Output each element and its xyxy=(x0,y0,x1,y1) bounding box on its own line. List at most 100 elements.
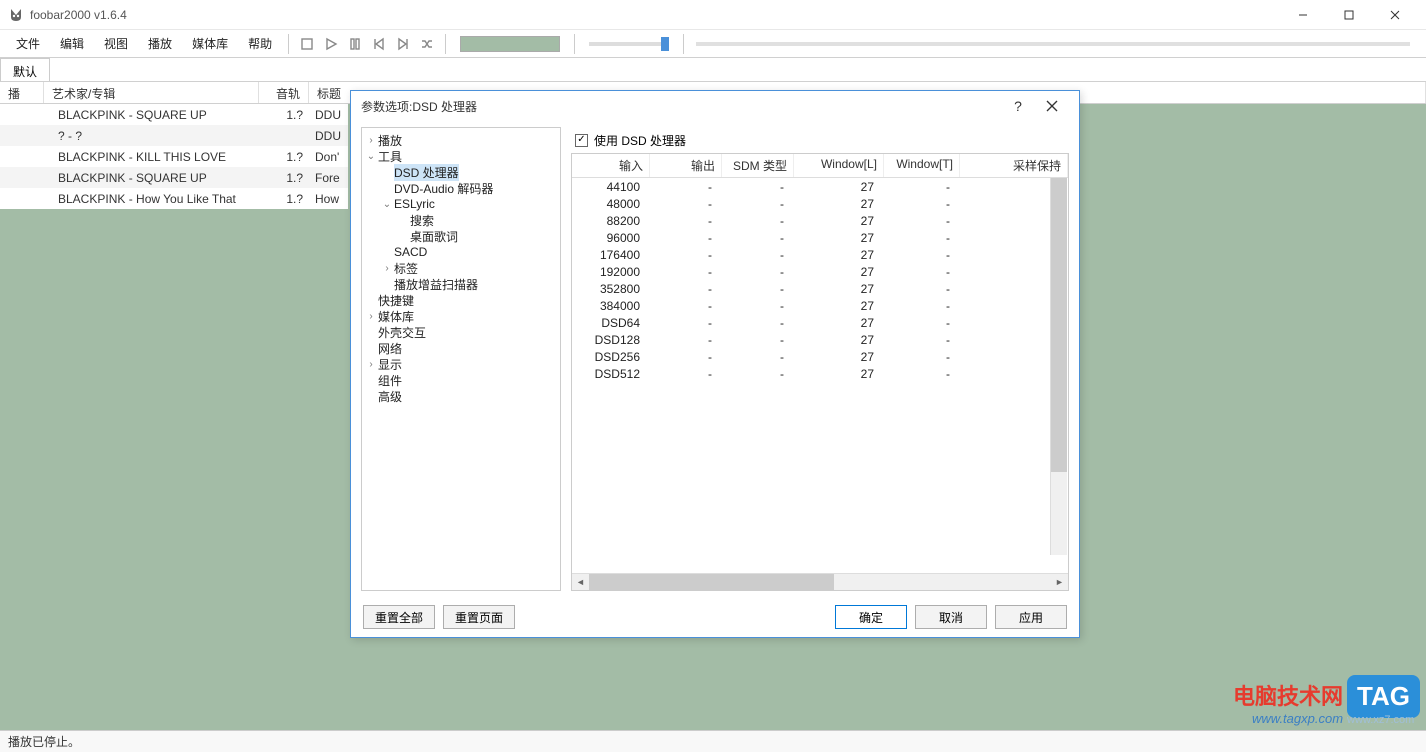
tree-label: 桌面歌词 xyxy=(410,228,458,245)
playlist-row[interactable]: BLACKPINK - SQUARE UP1.?Fore xyxy=(0,167,348,188)
close-button[interactable] xyxy=(1372,0,1418,30)
grid-row[interactable]: 352800--27-- xyxy=(572,280,1068,297)
grid-header[interactable]: Window[T] xyxy=(884,154,960,177)
grid-row[interactable]: 96000--27-- xyxy=(572,229,1068,246)
tree-node[interactable]: ›显示 xyxy=(364,356,558,372)
stop-button[interactable] xyxy=(297,34,317,54)
cell-artist: BLACKPINK - SQUARE UP xyxy=(44,108,259,122)
grid-header[interactable]: Window[L] xyxy=(794,154,884,177)
grid-row[interactable]: DSD512--27-- xyxy=(572,365,1068,382)
tree-node[interactable]: 组件 xyxy=(364,372,558,388)
playlist-tab[interactable]: 默认 xyxy=(0,58,50,81)
grid-cell: 192000 xyxy=(572,265,650,279)
random-button[interactable] xyxy=(417,34,437,54)
grid-header[interactable]: SDM 类型 xyxy=(722,154,794,177)
tree-node[interactable]: DSD 处理器 xyxy=(364,164,558,180)
col-artist[interactable]: 艺术家/专辑 xyxy=(44,82,259,103)
grid-cell: - xyxy=(650,197,722,211)
grid-header[interactable]: 输出 xyxy=(650,154,722,177)
grid-cell: 27 xyxy=(794,197,884,211)
grid-cell: - xyxy=(722,231,794,245)
grid-row[interactable]: DSD128--27-- xyxy=(572,331,1068,348)
play-button[interactable] xyxy=(321,34,341,54)
reset-page-button[interactable]: 重置页面 xyxy=(443,605,515,629)
tree-node[interactable]: ⌄工具 xyxy=(364,148,558,164)
tree-node[interactable]: DVD-Audio 解码器 xyxy=(364,180,558,196)
watermark-xz: www.xz7.com xyxy=(1347,714,1420,726)
tree-label: 组件 xyxy=(378,372,402,389)
playlist-row[interactable]: BLACKPINK - SQUARE UP1.?DDU xyxy=(0,104,348,125)
hscroll-left[interactable]: ◄ xyxy=(572,574,589,591)
grid-row[interactable]: 48000--27-- xyxy=(572,195,1068,212)
grid-header[interactable]: 输入 xyxy=(572,154,650,177)
maximize-button[interactable] xyxy=(1326,0,1372,30)
playlist-row[interactable]: BLACKPINK - How You Like That1.?How xyxy=(0,188,348,209)
grid-cell: 27 xyxy=(794,316,884,330)
volume-slider[interactable] xyxy=(589,42,669,46)
tree-node[interactable]: SACD xyxy=(364,244,558,260)
cell-artist: BLACKPINK - SQUARE UP xyxy=(44,171,259,185)
toolbar-separator xyxy=(683,34,684,54)
tree-node[interactable]: ›媒体库 xyxy=(364,308,558,324)
apply-button[interactable]: 应用 xyxy=(995,605,1067,629)
pause-button[interactable] xyxy=(345,34,365,54)
grid-row[interactable]: 384000--27-- xyxy=(572,297,1068,314)
use-dsd-checkbox[interactable]: ✓ xyxy=(575,134,588,147)
progress-bar[interactable] xyxy=(460,36,560,52)
next-button[interactable] xyxy=(393,34,413,54)
tree-node[interactable]: 高级 xyxy=(364,388,558,404)
tree-node[interactable]: ›标签 xyxy=(364,260,558,276)
tree-node[interactable]: 网络 xyxy=(364,340,558,356)
cancel-button[interactable]: 取消 xyxy=(915,605,987,629)
hscroll-thumb[interactable] xyxy=(589,574,834,591)
dialog-help-button[interactable]: ? xyxy=(1001,93,1035,119)
grid-cell: - xyxy=(722,316,794,330)
cell-track: 1.? xyxy=(259,171,309,185)
minimize-button[interactable] xyxy=(1280,0,1326,30)
cell-artist: BLACKPINK - How You Like That xyxy=(44,192,259,206)
grid-row[interactable]: 88200--27-- xyxy=(572,212,1068,229)
grid-cell: - xyxy=(884,299,960,313)
menu-view[interactable]: 视图 xyxy=(94,31,138,56)
menu-library[interactable]: 媒体库 xyxy=(182,31,238,56)
menu-play[interactable]: 播放 xyxy=(138,31,182,56)
menu-edit[interactable]: 编辑 xyxy=(50,31,94,56)
grid-row[interactable]: 192000--27-- xyxy=(572,263,1068,280)
hscroll-right[interactable]: ► xyxy=(1051,574,1068,591)
seek-bar[interactable] xyxy=(696,42,1410,46)
tree-label: 外壳交互 xyxy=(378,324,426,341)
grid-row[interactable]: DSD64--27-- xyxy=(572,314,1068,331)
tree-node[interactable]: 快捷键 xyxy=(364,292,558,308)
grid-row[interactable]: 44100--27-- xyxy=(572,178,1068,195)
tree-node[interactable]: 播放增益扫描器 xyxy=(364,276,558,292)
vscroll-thumb[interactable] xyxy=(1051,178,1067,472)
tree-node[interactable]: 搜索 xyxy=(364,212,558,228)
grid-hscroll[interactable]: ◄ ► xyxy=(572,573,1068,590)
playlist-row[interactable]: ? - ?DDU xyxy=(0,125,348,146)
tree-node[interactable]: ⌄ESLyric xyxy=(364,196,558,212)
grid-row[interactable]: 176400--27-- xyxy=(572,246,1068,263)
volume-thumb[interactable] xyxy=(661,37,669,51)
tree-label: 显示 xyxy=(378,356,402,373)
ok-button[interactable]: 确定 xyxy=(835,605,907,629)
menu-help[interactable]: 帮助 xyxy=(238,31,282,56)
tree-node[interactable]: 外壳交互 xyxy=(364,324,558,340)
grid-cell: - xyxy=(884,180,960,194)
grid-cell: - xyxy=(650,350,722,364)
col-track[interactable]: 音轨号 xyxy=(259,82,309,103)
grid-row[interactable]: DSD256--27-- xyxy=(572,348,1068,365)
menu-file[interactable]: 文件 xyxy=(6,31,50,56)
watermark-url: www.tagxp.com xyxy=(1233,711,1343,726)
grid-vscroll[interactable] xyxy=(1050,178,1067,555)
col-order[interactable]: 播放… xyxy=(0,82,44,103)
grid-header[interactable]: 采样保持 xyxy=(960,154,1068,177)
reset-all-button[interactable]: 重置全部 xyxy=(363,605,435,629)
preferences-tree[interactable]: ›播放⌄工具DSD 处理器DVD-Audio 解码器⌄ESLyric搜索桌面歌词… xyxy=(361,127,561,591)
grid-cell: - xyxy=(722,197,794,211)
tree-node[interactable]: 桌面歌词 xyxy=(364,228,558,244)
dialog-close-button[interactable] xyxy=(1035,93,1069,119)
playlist-row[interactable]: BLACKPINK - KILL THIS LOVE1.?Don' xyxy=(0,146,348,167)
grid-cell: - xyxy=(722,180,794,194)
prev-button[interactable] xyxy=(369,34,389,54)
tree-node[interactable]: ›播放 xyxy=(364,132,558,148)
